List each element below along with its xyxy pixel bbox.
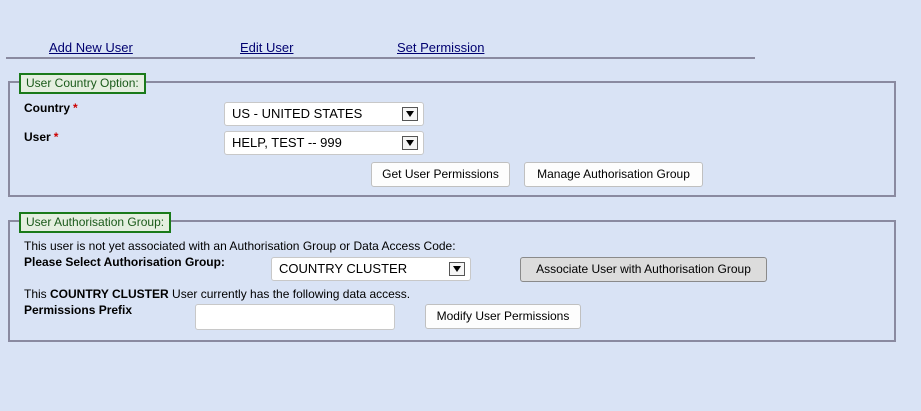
country-label: Country * xyxy=(24,101,78,115)
permissions-prefix-input[interactable] xyxy=(195,304,395,330)
country-required-mark: * xyxy=(73,101,78,115)
authorisation-group-select[interactable]: COUNTRY CLUSTER xyxy=(271,257,471,281)
authorisation-group-value: COUNTRY CLUSTER xyxy=(279,261,408,276)
country-select-value: US - UNITED STATES xyxy=(232,106,363,121)
data-access-group: COUNTRY CLUSTER xyxy=(50,287,169,301)
edit-user-link[interactable]: Edit User xyxy=(240,40,293,55)
get-user-permissions-button[interactable]: Get User Permissions xyxy=(371,162,510,187)
set-permission-link[interactable]: Set Permission xyxy=(397,40,484,55)
user-country-panel: User Country Option: Country * US - UNITE… xyxy=(8,73,896,197)
user-authorisation-legend: User Authorisation Group: xyxy=(19,212,172,233)
add-new-user-link[interactable]: Add New User xyxy=(49,40,133,55)
modify-user-permissions-button[interactable]: Modify User Permissions xyxy=(425,304,581,329)
manage-authorisation-group-button[interactable]: Manage Authorisation Group xyxy=(524,162,703,187)
user-label-text: User xyxy=(24,130,51,144)
top-nav: Add New User Edit User Set Permission xyxy=(0,0,921,60)
data-access-prefix: This xyxy=(24,287,51,301)
associate-user-button[interactable]: Associate User with Authorisation Group xyxy=(520,257,767,282)
data-access-suffix: User currently has the following data ac… xyxy=(168,287,411,301)
data-access-text: This COUNTRY CLUSTER User currently has … xyxy=(24,287,410,301)
country-label-text: Country xyxy=(24,101,70,115)
user-required-mark: * xyxy=(53,130,59,144)
user-select[interactable]: HELP, TEST -- 999 xyxy=(224,131,424,155)
country-select[interactable]: US - UNITED STATES xyxy=(224,102,424,126)
select-group-label: Please Select Authorisation Group: xyxy=(24,255,225,269)
association-info-text: This user is not yet associated with an … xyxy=(24,239,456,253)
user-select-value: HELP, TEST -- 999 xyxy=(232,135,342,150)
chevron-down-icon xyxy=(402,136,418,150)
permissions-prefix-label: Permissions Prefix xyxy=(24,303,133,317)
chevron-down-icon xyxy=(402,107,418,121)
user-label: User * xyxy=(24,130,58,144)
nav-divider xyxy=(6,57,755,59)
user-country-legend: User Country Option: xyxy=(19,73,146,94)
chevron-down-icon xyxy=(449,262,465,276)
user-authorisation-panel: User Authorisation Group: This user is n… xyxy=(8,212,896,342)
